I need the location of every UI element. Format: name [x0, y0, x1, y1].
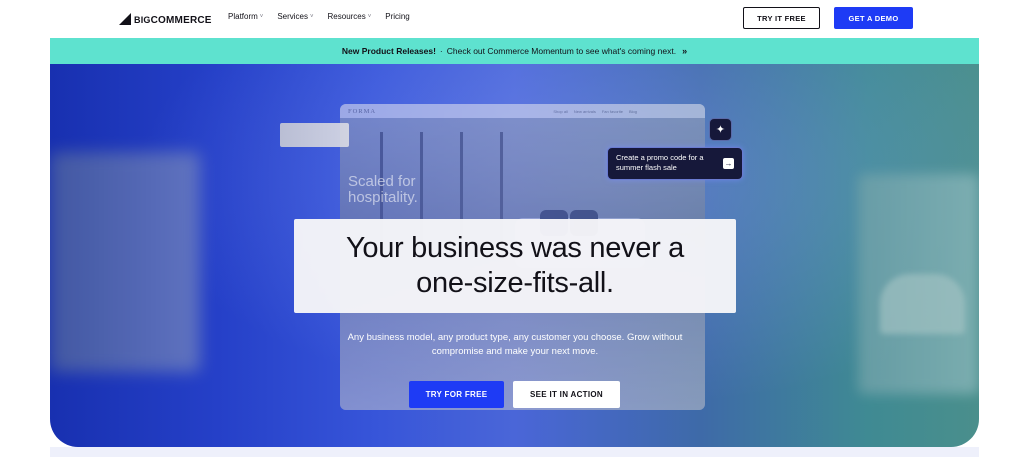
next-section-edge: [50, 447, 979, 457]
storefront-menu-item: New arrivals: [573, 108, 596, 114]
storefront-menu-item: Blog: [628, 108, 637, 114]
chevron-down-icon: ˅: [367, 13, 372, 20]
nav-item-resources[interactable]: Resources ˅: [328, 12, 372, 21]
hero-subheadline: Any business model, any product type, an…: [300, 331, 730, 359]
overlay-line: Scaled for: [348, 173, 416, 190]
try-it-free-button[interactable]: TRY IT FREE: [743, 7, 820, 29]
subheadline-line: compromise and make your next move.: [431, 346, 599, 357]
storefront-header: FORMA Shop all New arrivals Fan favorite…: [340, 104, 705, 118]
primary-nav: Platform ˅ Services ˅ Resources ˅ Pricin…: [228, 12, 424, 21]
nav-item-platform[interactable]: Platform ˅: [228, 12, 263, 21]
hero-section: FORMA Shop all New arrivals Fan favorite…: [50, 64, 979, 447]
top-navigation: BIGCOMMERCE Platform ˅ Services ˅ Resour…: [0, 0, 1024, 38]
nav-item-label: Services: [277, 12, 308, 21]
storefront-menu-item: Shop all: [553, 108, 568, 114]
nav-item-pricing[interactable]: Pricing: [385, 12, 409, 21]
blurred-image-left: [50, 152, 200, 372]
sparkle-icon: ✦: [715, 124, 726, 136]
headline-card: Your business was never a one-size-fits-…: [294, 219, 736, 313]
headline-line: one-size-fits-all.: [416, 267, 614, 299]
overlay-line: hospitality.: [348, 189, 418, 206]
nav-item-label: Platform: [228, 12, 258, 21]
logo-text: BIGCOMMERCE: [134, 15, 212, 26]
try-for-free-button[interactable]: TRY FOR FREE: [409, 381, 504, 408]
blurred-tile: [280, 123, 349, 147]
nav-item-label: Pricing: [385, 12, 410, 21]
storefront-menu-item: Fan favorite: [601, 108, 623, 114]
chevron-down-icon: ˅: [310, 13, 314, 20]
ai-prompt-chip[interactable]: Create a promo code for a summer flash s…: [607, 147, 743, 180]
storefront-overlay-text: Scaled for hospitality.: [348, 174, 418, 206]
banner-title: New Product Releases!: [341, 46, 436, 56]
storefront-menu: Shop all New arrivals Fan favorite Blog: [553, 109, 637, 114]
banner-separator: ·: [439, 46, 443, 56]
blurred-image-right-detail: [880, 274, 965, 334]
send-arrow-icon[interactable]: →: [723, 158, 734, 169]
see-it-in-action-button[interactable]: SEE IT IN ACTION: [513, 381, 620, 408]
bigcommerce-logo[interactable]: BIGCOMMERCE: [117, 9, 212, 27]
get-a-demo-button[interactable]: GET A DEMO: [834, 7, 913, 29]
nav-item-label: Resources: [327, 12, 366, 21]
banner-text: Check out Commerce Momentum to see what'…: [446, 46, 677, 56]
chevron-down-icon: ˅: [259, 13, 264, 20]
nav-item-services[interactable]: Services ˅: [277, 12, 313, 21]
announcement-banner[interactable]: New Product Releases! · Check out Commer…: [50, 38, 979, 64]
subheadline-line: Any business model, any product type, an…: [347, 332, 683, 343]
double-chevron-right-icon: »: [682, 46, 688, 56]
storefront-brand: FORMA: [348, 107, 377, 115]
headline-line: Your business was never a: [345, 232, 685, 264]
ai-sparkle-button[interactable]: ✦: [709, 118, 732, 141]
hero-headline: Your business was never a one-size-fits-…: [346, 231, 684, 301]
logo-mark-icon: [117, 11, 133, 27]
